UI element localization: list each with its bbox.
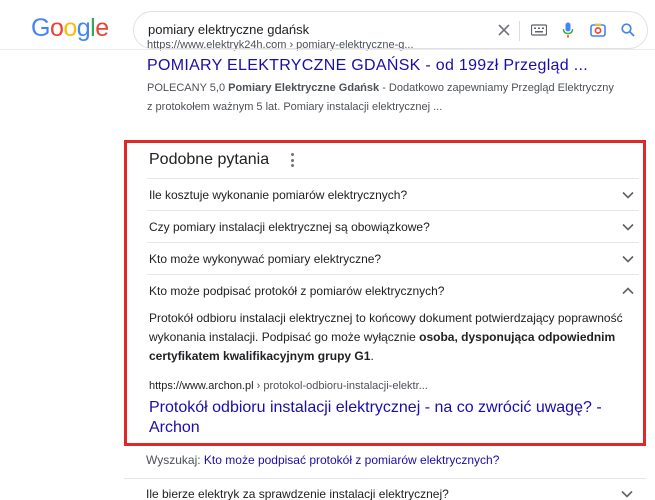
paa-question-text: Czy pomiary instalacji elektrycznej są o… xyxy=(149,220,430,234)
keyboard-icon[interactable] xyxy=(529,20,549,40)
paa-question[interactable]: Kto może wykonywać pomiary elektryczne? xyxy=(147,242,639,274)
people-also-ask-box: Podobne pytania Ile kosztuje wykonanie p… xyxy=(124,140,646,446)
header-divider xyxy=(0,49,655,50)
answer-source-domain: https://www.archon.pl xyxy=(149,380,254,392)
paa-header: Podobne pytania xyxy=(147,143,639,178)
search-for-link[interactable]: Kto może podpisać protokół z pomiarów el… xyxy=(204,453,499,467)
chevron-up-icon xyxy=(622,287,634,295)
logo-letter: o xyxy=(49,14,64,42)
google-logo[interactable]: Google xyxy=(31,14,109,43)
result-title-link[interactable]: POMIARY ELEKTRYCZNE GDAŃSK - od 199zł Pr… xyxy=(147,57,617,75)
paa-question[interactable]: Ile bierze elektryk za sprawdzenie insta… xyxy=(124,478,646,500)
paa-question-text: Kto może wykonywać pomiary elektryczne? xyxy=(149,252,382,266)
paa-title: Podobne pytania xyxy=(149,151,270,168)
chevron-down-icon xyxy=(622,223,634,231)
logo-letter: g xyxy=(76,14,91,42)
search-box-divider xyxy=(519,21,520,41)
logo-letter: o xyxy=(63,14,77,42)
search-for-label: Wyszukaj: xyxy=(146,453,201,467)
chevron-down-icon xyxy=(622,191,634,199)
answer-text-end: . xyxy=(370,349,374,363)
search-icon[interactable] xyxy=(618,20,638,40)
search-result: https://www.elektryk24h.com › pomiary-el… xyxy=(147,39,617,117)
microphone-icon[interactable] xyxy=(558,20,578,40)
paa-question-expanded[interactable]: Kto może podpisać protokół z pomiarów el… xyxy=(147,274,639,306)
paa-question-text: Ile kosztuje wykonanie pomiarów elektryc… xyxy=(149,188,408,202)
search-for-row: Wyszukaj: Kto może podpisać protokół z p… xyxy=(146,453,499,467)
paa-answer: Protokół odbioru instalacji elektrycznej… xyxy=(147,309,639,438)
answer-text: Protokół odbioru instalacji elektrycznej… xyxy=(149,309,634,366)
result-snippet: POLECANY 5,0 Pomiary Elektryczne Gdańsk … xyxy=(147,79,617,117)
answer-source-url[interactable]: https://www.archon.pl › protokol-odbioru… xyxy=(149,380,639,392)
clear-icon[interactable] xyxy=(494,20,514,40)
answer-source-link[interactable]: Protokół odbioru instalacji elektrycznej… xyxy=(149,398,619,438)
paa-question-text: Kto może podpisać protokół z pomiarów el… xyxy=(149,284,445,298)
chevron-down-icon xyxy=(621,490,633,498)
paa-question[interactable]: Czy pomiary instalacji elektrycznej są o… xyxy=(147,210,639,242)
chevron-down-icon xyxy=(622,255,634,263)
answer-source-path: › protokol-odbioru-instalacji-elektr... xyxy=(253,380,428,392)
more-options-icon[interactable] xyxy=(287,153,297,167)
paa-question-text: Ile bierze elektryk za sprawdzenie insta… xyxy=(146,487,449,500)
snippet-prefix: POLECANY 5,0 xyxy=(147,82,229,94)
logo-letter: G xyxy=(31,14,50,42)
snippet-bold: Pomiary Elektryczne Gdańsk xyxy=(228,82,380,94)
camera-lens-icon[interactable] xyxy=(588,20,608,40)
logo-letter: e xyxy=(95,14,109,42)
paa-question[interactable]: Ile kosztuje wykonanie pomiarów elektryc… xyxy=(147,178,639,210)
search-input[interactable] xyxy=(148,22,488,37)
